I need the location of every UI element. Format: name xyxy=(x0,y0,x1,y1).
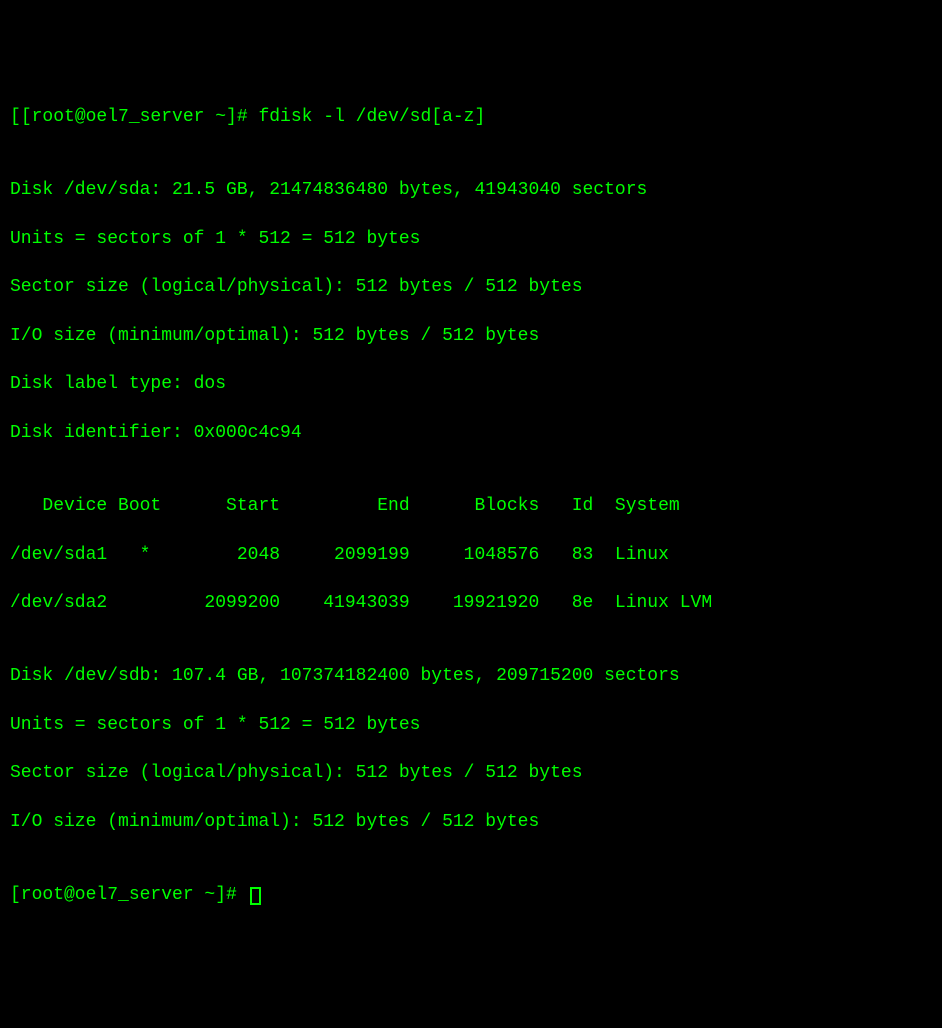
terminal-line-prompt1: [[root@oel7_server ~]# fdisk -l /dev/sd[… xyxy=(10,105,932,129)
sdb-disk-header: Disk /dev/sdb: 107.4 GB, 107374182400 by… xyxy=(10,664,932,688)
sda-disk-header: Disk /dev/sda: 21.5 GB, 21474836480 byte… xyxy=(10,178,932,202)
cursor-icon[interactable] xyxy=(250,887,261,905)
terminal-line-prompt2[interactable]: [root@oel7_server ~]# xyxy=(10,883,932,907)
sdb-io-size: I/O size (minimum/optimal): 512 bytes / … xyxy=(10,810,932,834)
sdb-units: Units = sectors of 1 * 512 = 512 bytes xyxy=(10,713,932,737)
sda-identifier: Disk identifier: 0x000c4c94 xyxy=(10,421,932,445)
partition-row-sda2: /dev/sda2 2099200 41943039 19921920 8e L… xyxy=(10,591,932,615)
command-text: fdisk -l /dev/sd[a-z] xyxy=(258,107,485,127)
sda-units: Units = sectors of 1 * 512 = 512 bytes xyxy=(10,227,932,251)
prompt-open-bracket: [ xyxy=(10,107,21,127)
sda-io-size: I/O size (minimum/optimal): 512 bytes / … xyxy=(10,324,932,348)
shell-prompt: [root@oel7_server ~]# xyxy=(10,885,248,905)
partition-table-header: Device Boot Start End Blocks Id System xyxy=(10,494,932,518)
sda-label-type: Disk label type: dos xyxy=(10,372,932,396)
sda-sector-size: Sector size (logical/physical): 512 byte… xyxy=(10,275,932,299)
shell-prompt: [root@oel7_server ~]# xyxy=(21,107,259,127)
partition-row-sda1: /dev/sda1 * 2048 2099199 1048576 83 Linu… xyxy=(10,543,932,567)
sdb-sector-size: Sector size (logical/physical): 512 byte… xyxy=(10,761,932,785)
